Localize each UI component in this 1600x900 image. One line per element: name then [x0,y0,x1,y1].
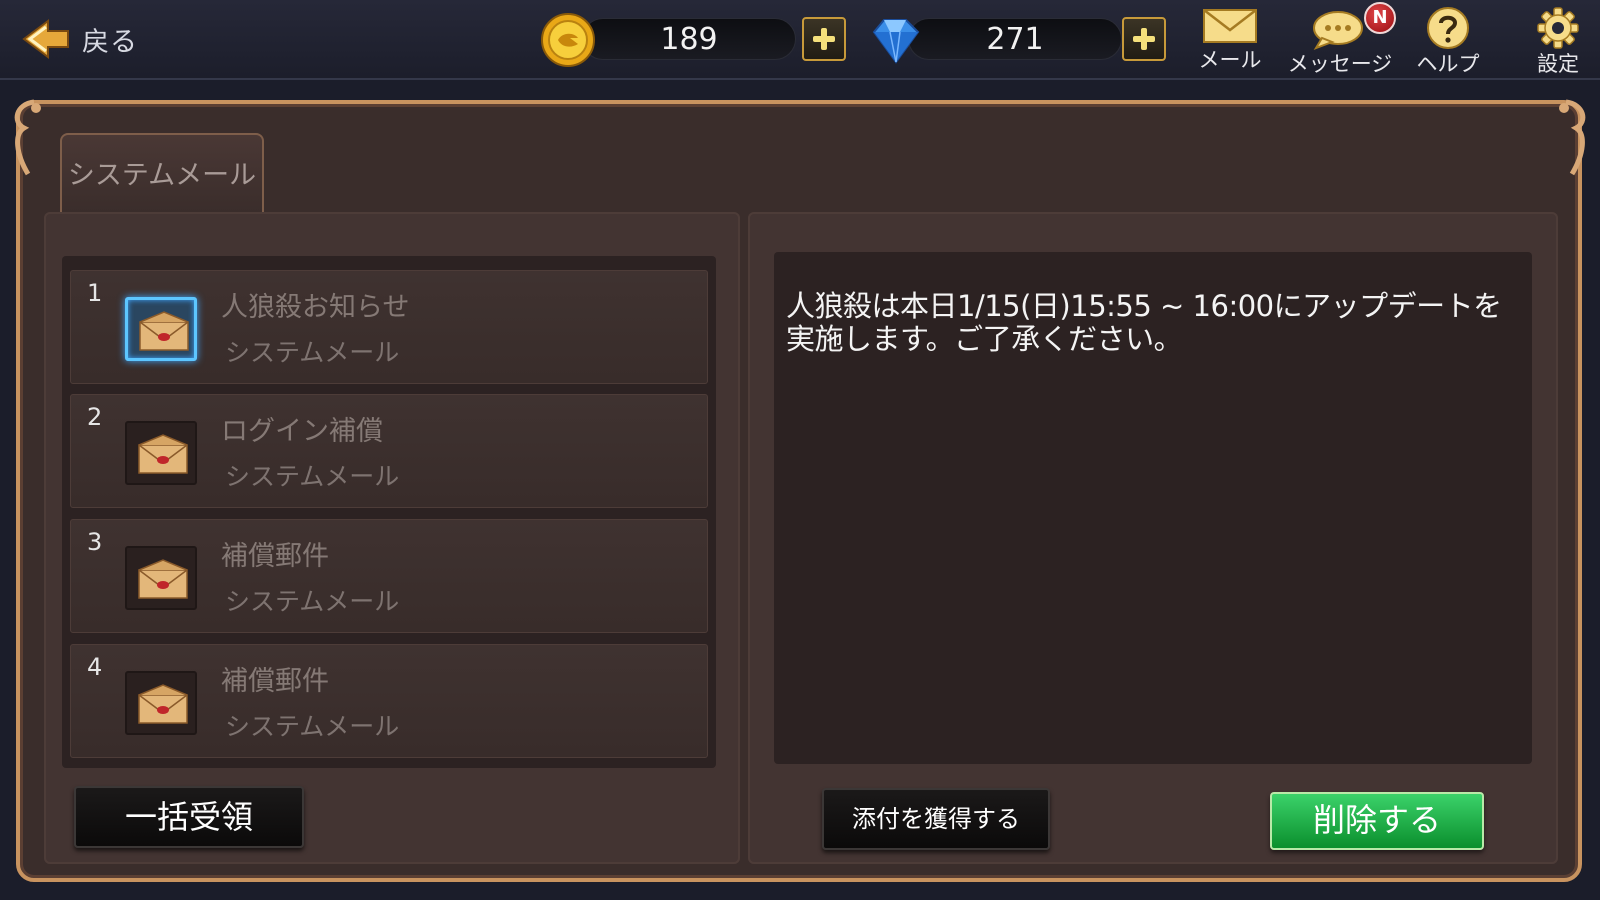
help-nav-button[interactable]: ヘルプ [1410,6,1486,78]
mail-item-title: ログイン補償 [221,416,383,447]
tab-system-mail-label: システムメール [67,160,257,191]
add-gems-button[interactable] [1122,17,1166,61]
mail-item-sender: システムメール [225,462,400,491]
mail-body-text: 人狼殺は本日1/15(日)15:55 ~ 16:00にアップデートを実施します。… [786,289,1502,356]
mail-item-number: 3 [87,528,103,556]
mail-item-number: 4 [87,653,103,681]
mail-item-sender: システムメール [225,587,400,616]
envelope-icon [138,434,188,474]
mail-item-thumb [125,421,197,485]
gold-amount: 189 [660,22,718,57]
mail-item-thumb [125,546,197,610]
gem-currency: 271 [866,12,1186,68]
mail-item-sender: システムメール [225,712,400,741]
mail-item-title: 人狼殺お知らせ [221,292,410,323]
new-message-badge: N [1364,2,1396,34]
gear-icon [1537,7,1579,49]
mail-icon [1203,9,1257,43]
delete-button[interactable]: 削除する [1270,792,1484,850]
frame-ornament-left-icon [14,99,41,176]
gem-amount: 271 [986,22,1044,57]
mail-item-number: 2 [87,403,103,431]
bulk-receive-button[interactable]: 一括受領 [74,786,304,848]
envelope-icon [138,684,188,724]
back-button[interactable]: 戻る [20,14,138,64]
mail-item-title: 補償郵件 [221,666,329,697]
mail-nav-button[interactable]: メール [1192,6,1268,74]
top-bar: 戻る 189 271 メール N メッセージ ヘルプ 設定 [0,0,1600,80]
mail-list-item[interactable]: 1 人狼殺お知らせ システムメール [70,270,708,384]
envelope-icon [138,559,188,599]
mail-list-item[interactable]: 2 ログイン補償 システムメール [70,394,708,508]
message-nav-button[interactable]: N メッセージ [1278,2,1402,78]
tab-system-mail[interactable]: システムメール [60,133,264,213]
frame-ornament-right-icon [1559,99,1586,176]
settings-nav-button[interactable]: 設定 [1526,6,1590,78]
mail-item-number: 1 [87,279,103,307]
mail-label: メール [1198,48,1262,72]
help-icon [1427,7,1469,49]
mail-list-item[interactable]: 4 補償郵件 システムメール [70,644,708,758]
gold-currency: 189 [540,12,860,68]
help-label: ヘルプ [1416,52,1480,76]
get-attachment-button[interactable]: 添付を獲得する [822,788,1050,850]
add-gold-button[interactable] [802,17,846,61]
envelope-icon [139,311,189,351]
message-icon [1313,11,1363,50]
back-arrow-icon [22,19,69,59]
mail-item-thumb [125,297,197,361]
mail-item-sender: システムメール [225,338,400,367]
settings-label: 設定 [1537,52,1579,76]
mail-item-title: 補償郵件 [221,541,329,572]
message-label: メッセージ [1287,52,1393,76]
mail-item-thumb [125,671,197,735]
back-label: 戻る [82,26,138,58]
mail-list-item[interactable]: 3 補償郵件 システムメール [70,519,708,633]
